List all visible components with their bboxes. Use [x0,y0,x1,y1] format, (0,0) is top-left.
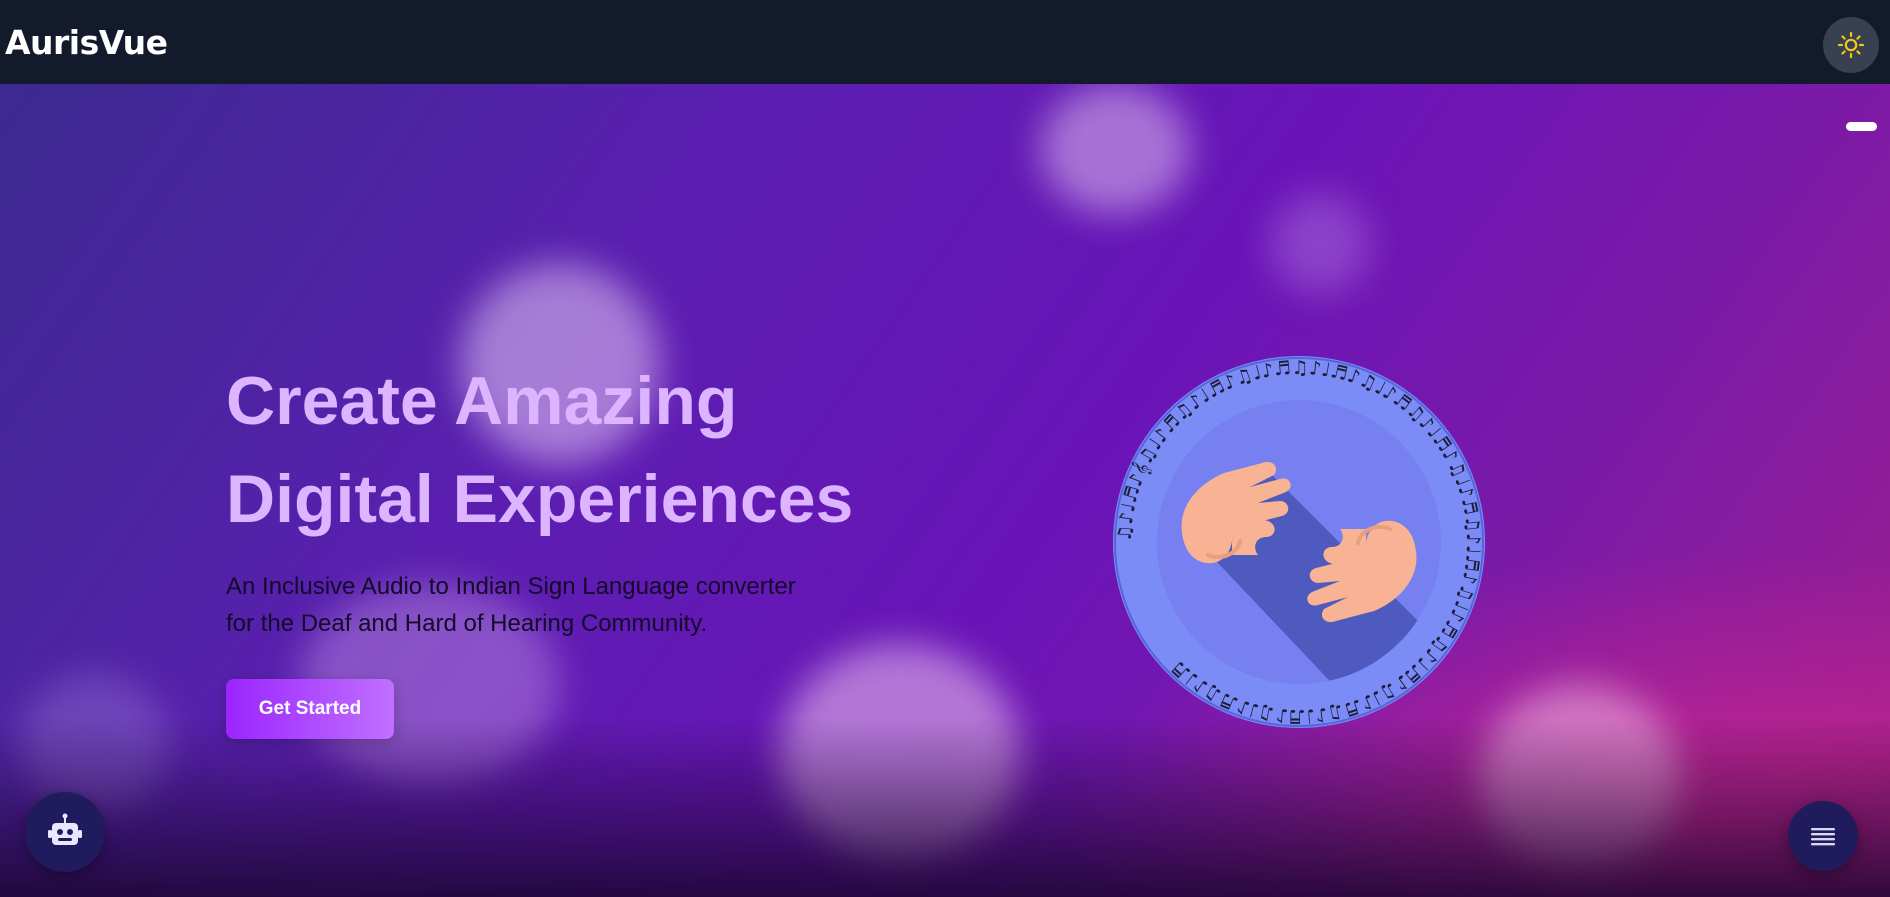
hero-subtitle: An Inclusive Audio to Indian Sign Langua… [226,568,886,642]
bokeh-light [1480,684,1680,874]
brand-logo[interactable]: AurisVue [5,23,168,62]
hero-title: Create Amazing Digital Experiences [226,352,946,548]
chatbot-button[interactable] [25,792,105,872]
menu-icon [1811,828,1835,846]
hero-subtitle-line2: for the Deaf and Hard of Hearing Communi… [226,610,708,637]
hero-subtitle-line1: An Inclusive Audio to Indian Sign Langua… [226,573,796,600]
bokeh-light [1270,194,1370,294]
hero-title-line2: Digital Experiences [226,461,854,537]
bokeh-light [780,644,1020,864]
top-navbar: AurisVue [0,0,1890,84]
bokeh-light [1040,84,1190,214]
sign-language-hands-logo-icon: ♫♪♩♬♪𝄞♫♩♪♬♫♪♩♬♪♫♩♪♬♫♪♩♬♪♫♩♪♬♫♪♩♬♪♫♩♪♬♫♪♩… [1112,355,1486,729]
theme-toggle-button[interactable] [1823,17,1879,73]
hero-title-line1: Create Amazing [226,363,738,439]
robot-icon [48,813,82,845]
scroll-indicator[interactable] [1846,122,1877,131]
get-started-button[interactable]: Get Started [226,679,394,739]
sun-icon [1837,31,1865,59]
bokeh-light [20,674,170,814]
menu-button[interactable] [1788,801,1858,871]
